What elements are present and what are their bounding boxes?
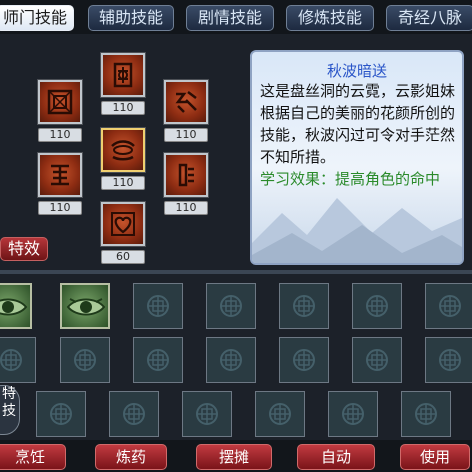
skill-heart-icon[interactable] <box>101 202 145 246</box>
skill-panel: 师门技能 辅助技能 剧情技能 修炼技能 奇经八脉 110 110 110 110 <box>0 0 472 472</box>
skill-eye-wave-icon[interactable] <box>101 128 145 172</box>
empty-slot[interactable] <box>182 391 232 437</box>
gate-rune-icon <box>113 62 133 88</box>
figure-rune-icon <box>178 163 194 187</box>
heart-rune-icon <box>111 212 135 236</box>
empty-slot[interactable] <box>352 337 402 383</box>
skill-description-text: 这是盘丝洞的云霓，云影姐妹根据自己的美丽的花颜所创的技能，秋波闪过可令对手茫然不… <box>260 82 456 166</box>
empty-slot[interactable] <box>328 391 378 437</box>
skill-title: 秋波暗送 <box>326 62 387 80</box>
lattice-icon <box>196 403 218 425</box>
tab-assist-skills[interactable]: 辅助技能 <box>88 5 174 31</box>
tab-cultivation-skills[interactable]: 修炼技能 <box>286 5 374 31</box>
eye-icon <box>0 298 28 316</box>
empty-slot[interactable] <box>206 283 256 329</box>
lattice-icon <box>269 403 291 425</box>
claw-rune-icon <box>175 91 197 113</box>
lattice-icon <box>74 349 96 371</box>
eye-skill-slot[interactable] <box>60 283 110 329</box>
lattice-icon <box>50 403 72 425</box>
cooking-button[interactable]: 烹饪 <box>0 444 66 470</box>
lattice-icon <box>366 349 388 371</box>
skill-level: 110 <box>164 201 208 215</box>
bottom-action-bar: 烹饪 炼药 摆摊 自动 使用 <box>0 440 472 472</box>
tab-bar: 师门技能 辅助技能 剧情技能 修炼技能 奇经八脉 <box>0 0 472 34</box>
auto-button[interactable]: 自动 <box>297 444 375 470</box>
lattice-icon <box>293 295 315 317</box>
empty-slot[interactable] <box>206 337 256 383</box>
empty-slot[interactable] <box>425 283 472 329</box>
tab-meridians[interactable]: 奇经八脉 <box>386 5 472 31</box>
empty-slot[interactable] <box>133 337 183 383</box>
empty-slot[interactable] <box>352 283 402 329</box>
empty-slot[interactable] <box>133 283 183 329</box>
empty-slot[interactable] <box>401 391 451 437</box>
skill-level: 60 <box>101 250 145 264</box>
square-rune-icon <box>47 89 73 115</box>
lattice-icon <box>439 349 461 371</box>
skill-level: 110 <box>101 176 145 190</box>
lattice-icon <box>342 403 364 425</box>
lattice-icon <box>220 349 242 371</box>
lattice-icon <box>415 403 437 425</box>
seal-rune-icon <box>51 164 69 186</box>
tab-school-skills[interactable]: 师门技能 <box>0 5 74 31</box>
eye-skill-slot[interactable] <box>0 283 32 329</box>
empty-slot[interactable] <box>279 337 329 383</box>
skill-description-panel: 秋波暗送 这是盘丝洞的云霓，云影姐妹根据自己的美丽的花颜所创的技能，秋波闪过可令… <box>250 50 464 265</box>
empty-slot[interactable] <box>0 337 36 383</box>
effects-button[interactable]: 特效 <box>0 237 48 261</box>
tab-story-skills[interactable]: 剧情技能 <box>186 5 274 31</box>
empty-slot[interactable] <box>60 337 110 383</box>
lattice-icon <box>439 295 461 317</box>
lattice-icon <box>0 349 22 371</box>
eye-icon <box>66 298 106 316</box>
lattice-icon <box>123 403 145 425</box>
empty-slot[interactable] <box>109 391 159 437</box>
alchemy-button[interactable]: 炼药 <box>95 444 167 470</box>
special-skills-label: 特技 <box>2 386 16 419</box>
lattice-icon <box>293 349 315 371</box>
eye-wave-rune-icon <box>111 140 135 161</box>
skill-figure-icon[interactable] <box>164 153 208 197</box>
lattice-icon <box>366 295 388 317</box>
skill-effect-text: 学习效果：提高角色的命中 <box>260 170 441 188</box>
divider <box>0 270 472 274</box>
use-button[interactable]: 使用 <box>400 444 470 470</box>
skill-seal-icon[interactable] <box>38 153 82 197</box>
empty-slot[interactable] <box>279 283 329 329</box>
skill-level: 110 <box>164 128 208 142</box>
empty-slot[interactable] <box>36 391 86 437</box>
special-skills-tab[interactable]: 特技 <box>0 385 20 435</box>
skill-square-icon[interactable] <box>38 80 82 124</box>
skill-gate-icon[interactable] <box>101 53 145 97</box>
empty-slot[interactable] <box>425 337 472 383</box>
lattice-icon <box>147 349 169 371</box>
stall-button[interactable]: 摆摊 <box>196 444 272 470</box>
skill-level: 110 <box>38 128 82 142</box>
skill-claw-icon[interactable] <box>164 80 208 124</box>
lattice-icon <box>147 295 169 317</box>
empty-slot[interactable] <box>255 391 305 437</box>
lattice-icon <box>220 295 242 317</box>
skill-level: 110 <box>101 101 145 115</box>
skill-level: 110 <box>38 201 82 215</box>
